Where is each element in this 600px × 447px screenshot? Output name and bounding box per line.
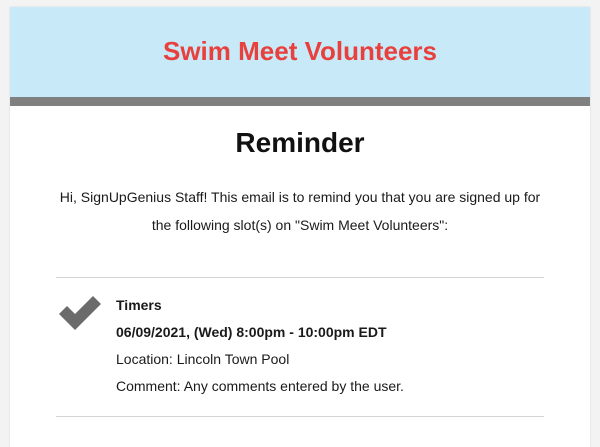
divider-top <box>56 277 544 278</box>
checkmark-icon <box>59 296 101 330</box>
reminder-heading: Reminder <box>235 127 365 158</box>
header-divider-bar <box>10 97 590 106</box>
slot-details: Timers 06/09/2021, (Wed) 8:00pm - 10:00p… <box>116 292 536 400</box>
slot-location: Location: Lincoln Town Pool <box>116 351 290 367</box>
header-banner: Swim Meet Volunteers <box>10 7 590 97</box>
slot-comment: Comment: Any comments entered by the use… <box>116 378 404 394</box>
header-title: Swim Meet Volunteers <box>162 36 438 66</box>
intro-text: Hi, SignUpGenius Staff! This email is to… <box>59 189 541 233</box>
slot-datetime: 06/09/2021, (Wed) 8:00pm - 10:00pm EDT <box>116 324 387 340</box>
email-card: Swim Meet Volunteers Reminder Hi, SignUp… <box>10 7 590 447</box>
divider-bottom <box>56 416 544 417</box>
slot-title: Timers <box>116 297 162 313</box>
